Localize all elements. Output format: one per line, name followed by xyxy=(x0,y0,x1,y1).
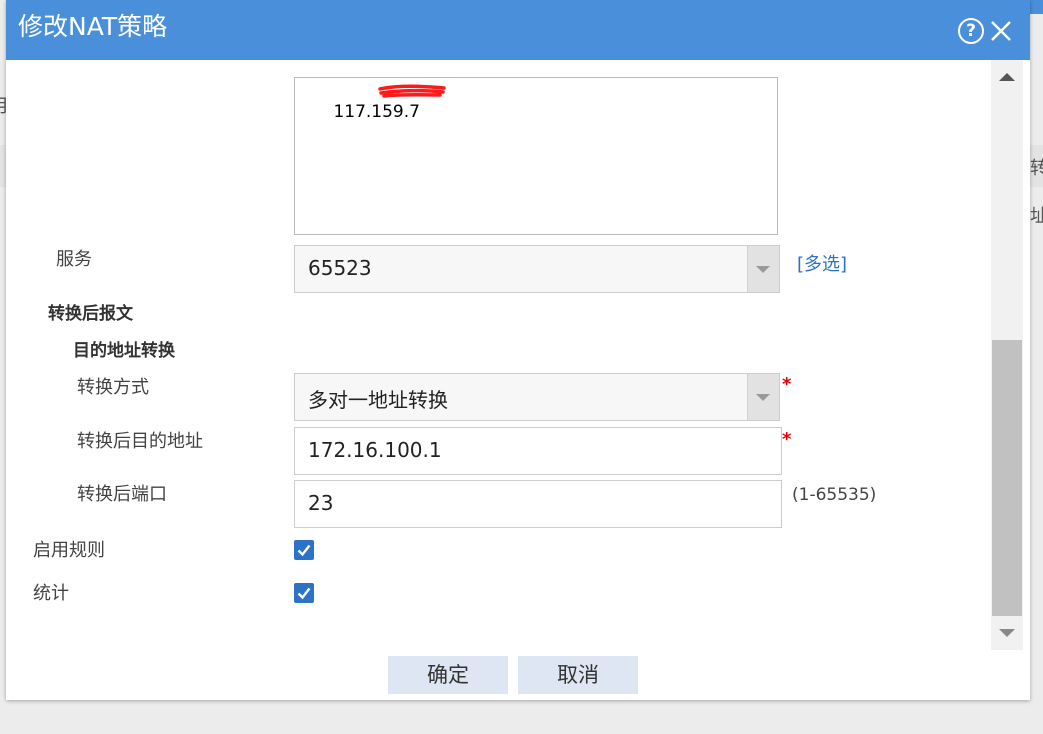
scrollbar-thumb[interactable] xyxy=(992,340,1022,616)
translated-dest-address-value: 172.16.100.1 xyxy=(308,438,442,462)
service-label: 服务 xyxy=(56,249,92,270)
cancel-button[interactable]: 取消 xyxy=(518,656,638,694)
background-text-fragment: 转 xyxy=(1030,158,1043,179)
enable-rule-checkbox[interactable] xyxy=(294,540,314,560)
translated-dest-address-label: 转换后目的地址 xyxy=(77,431,203,452)
statistics-checkbox[interactable] xyxy=(294,583,314,603)
translated-port-label: 转换后端口 xyxy=(77,484,167,505)
translated-dest-address-input[interactable]: 172.16.100.1 xyxy=(294,427,782,475)
chevron-down-icon[interactable] xyxy=(747,246,779,292)
ok-button[interactable]: 确定 xyxy=(388,656,508,694)
chevron-down-icon[interactable] xyxy=(747,374,779,420)
dest-nat-header: 目的地址转换 xyxy=(73,341,175,361)
translated-packet-header: 转换后报文 xyxy=(48,304,133,324)
service-value: 65523 xyxy=(308,256,372,280)
question-circle-icon[interactable]: ? xyxy=(958,18,984,44)
enable-rule-label: 启用规则 xyxy=(33,540,105,561)
dialog-title: 修改NAT策略 xyxy=(18,12,168,41)
translation-mode-select[interactable]: 多对一地址转换 xyxy=(294,373,780,421)
vertical-scrollbar[interactable] xyxy=(991,60,1023,650)
translation-mode-label: 转换方式 xyxy=(77,377,149,398)
multi-select-link[interactable]: [多选] xyxy=(797,250,847,276)
close-icon[interactable] xyxy=(988,18,1014,44)
background-header-strip xyxy=(1030,0,1043,14)
dialog-titlebar[interactable]: 修改NAT策略 ? xyxy=(6,0,1030,60)
service-select[interactable]: 65523 xyxy=(294,245,780,293)
translated-port-value: 23 xyxy=(308,491,334,515)
translated-port-input[interactable]: 23 xyxy=(294,480,782,528)
port-range-hint: (1-65535) xyxy=(792,485,877,505)
scroll-down-arrow-icon[interactable] xyxy=(999,629,1015,637)
redaction-mark xyxy=(378,84,446,98)
destination-address-textarea[interactable]: 117.159.7 xyxy=(294,77,778,235)
statistics-label: 统计 xyxy=(33,583,69,604)
required-mark: * xyxy=(782,374,792,395)
dialog-content: 117.159.7 服务 65523 [多选] 转换后报文 目的地址转换 转换方… xyxy=(6,60,991,650)
edit-nat-policy-dialog: 修改NAT策略 ? 117.159.7 服务 65523 [多选] 转换后报文 … xyxy=(6,0,1030,700)
checkmark-icon xyxy=(297,544,311,557)
checkmark-icon xyxy=(297,587,311,600)
required-mark: * xyxy=(782,429,792,450)
background-text-fragment: 址 xyxy=(1030,206,1043,227)
translation-mode-value: 多对一地址转换 xyxy=(308,388,448,412)
scroll-up-arrow-icon[interactable] xyxy=(999,73,1015,81)
destination-address-value: 117.159.7 xyxy=(333,102,420,122)
